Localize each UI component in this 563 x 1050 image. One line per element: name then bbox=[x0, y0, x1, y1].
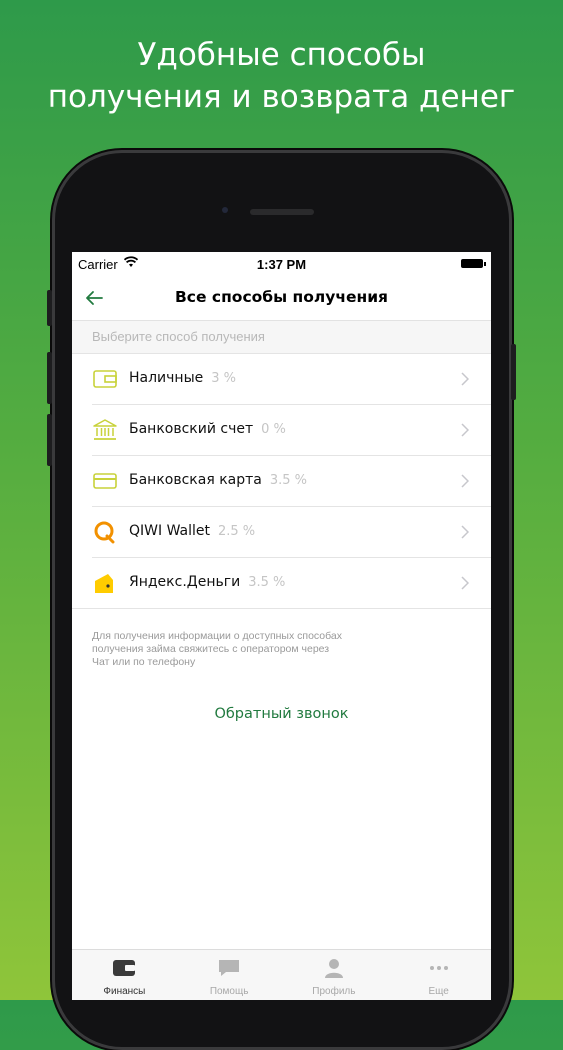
tab-help[interactable]: Помощь bbox=[177, 950, 282, 1000]
chevron-right-icon bbox=[461, 423, 469, 437]
tab-more[interactable]: Еще bbox=[386, 950, 491, 1000]
page-title: Все способы получения bbox=[174, 288, 389, 306]
info-note: Для получения информации о доступных спо… bbox=[92, 630, 451, 669]
qiwi-icon bbox=[94, 521, 115, 544]
tab-profile[interactable]: Профиль bbox=[282, 950, 387, 1000]
chevron-right-icon bbox=[461, 525, 469, 539]
phone-volume-up bbox=[47, 352, 52, 404]
card-icon bbox=[93, 473, 117, 489]
method-name: Банковский счет bbox=[129, 421, 254, 437]
navigation-bar: Все способы получения bbox=[72, 276, 491, 321]
method-row-bank-card[interactable]: Банковская карта 3.5 % bbox=[92, 456, 491, 507]
callback-button[interactable]: Обратный звонок bbox=[72, 706, 491, 722]
bank-icon bbox=[93, 419, 117, 440]
method-fee: 3.5 % bbox=[269, 473, 308, 488]
tab-label: Помощь bbox=[209, 986, 249, 997]
tab-label: Еще bbox=[428, 986, 449, 997]
status-time: 1:37 PM bbox=[256, 257, 307, 272]
method-fee: 0 % bbox=[261, 422, 286, 437]
phone-power-button bbox=[511, 344, 516, 400]
earpiece-speaker bbox=[250, 209, 314, 215]
method-name: Яндекс.Деньги bbox=[129, 574, 241, 590]
wallet-icon bbox=[113, 960, 136, 976]
person-icon bbox=[324, 959, 343, 978]
method-fee: 3.5 % bbox=[248, 575, 286, 590]
yandex-money-icon bbox=[95, 574, 113, 593]
app-screen: Carrier 1:37 PM Все способы получения Вы… bbox=[72, 252, 491, 1000]
battery-icon bbox=[461, 259, 486, 268]
chevron-right-icon bbox=[461, 372, 469, 386]
chat-bubble-icon bbox=[219, 960, 240, 976]
method-fee: 2.5 % bbox=[217, 524, 256, 539]
phone-volume-down bbox=[47, 414, 52, 466]
tab-bar: Финансы Помощь Профиль Еще bbox=[72, 949, 491, 1000]
front-camera bbox=[222, 207, 228, 213]
section-header: Выберите способ получения bbox=[72, 321, 491, 354]
method-row-yandex-money[interactable]: Яндекс.Деньги 3.5 % bbox=[72, 558, 491, 609]
chevron-right-icon bbox=[461, 474, 469, 488]
info-note-line: получения займа свяжитесь с оператором ч… bbox=[92, 643, 330, 655]
headline-line-1: Удобные способы bbox=[137, 37, 426, 73]
method-row-bank-account[interactable]: Банковский счет 0 % bbox=[92, 405, 491, 456]
payout-methods-list: Наличные 3 % Банковский счет 0 % Банковс… bbox=[72, 354, 491, 609]
method-name: Банковская карта bbox=[129, 472, 262, 488]
promo-headline: Удобные способы получения и возврата ден… bbox=[0, 34, 563, 118]
info-note-line: Для получения информации о доступных спо… bbox=[92, 630, 342, 642]
more-dots-icon bbox=[429, 966, 448, 970]
tab-label: Финансы bbox=[103, 986, 146, 997]
section-header-label: Выберите способ получения bbox=[92, 329, 265, 344]
method-name: Наличные bbox=[129, 370, 204, 386]
method-name: QIWI Wallet bbox=[129, 523, 210, 539]
method-row-qiwi[interactable]: QIWI Wallet 2.5 % bbox=[92, 507, 491, 558]
chevron-right-icon bbox=[461, 576, 469, 590]
cash-wallet-icon bbox=[93, 370, 117, 388]
phone-mute-switch bbox=[47, 290, 52, 326]
tab-label: Профиль bbox=[312, 986, 356, 997]
status-bar: Carrier 1:37 PM bbox=[72, 252, 491, 276]
tab-finances[interactable]: Финансы bbox=[72, 950, 177, 1000]
method-row-cash[interactable]: Наличные 3 % bbox=[92, 354, 491, 405]
info-note-line: Чат или по телефону bbox=[92, 656, 196, 668]
headline-line-2: получения и возврата денег bbox=[47, 79, 516, 115]
method-fee: 3 % bbox=[211, 371, 237, 386]
